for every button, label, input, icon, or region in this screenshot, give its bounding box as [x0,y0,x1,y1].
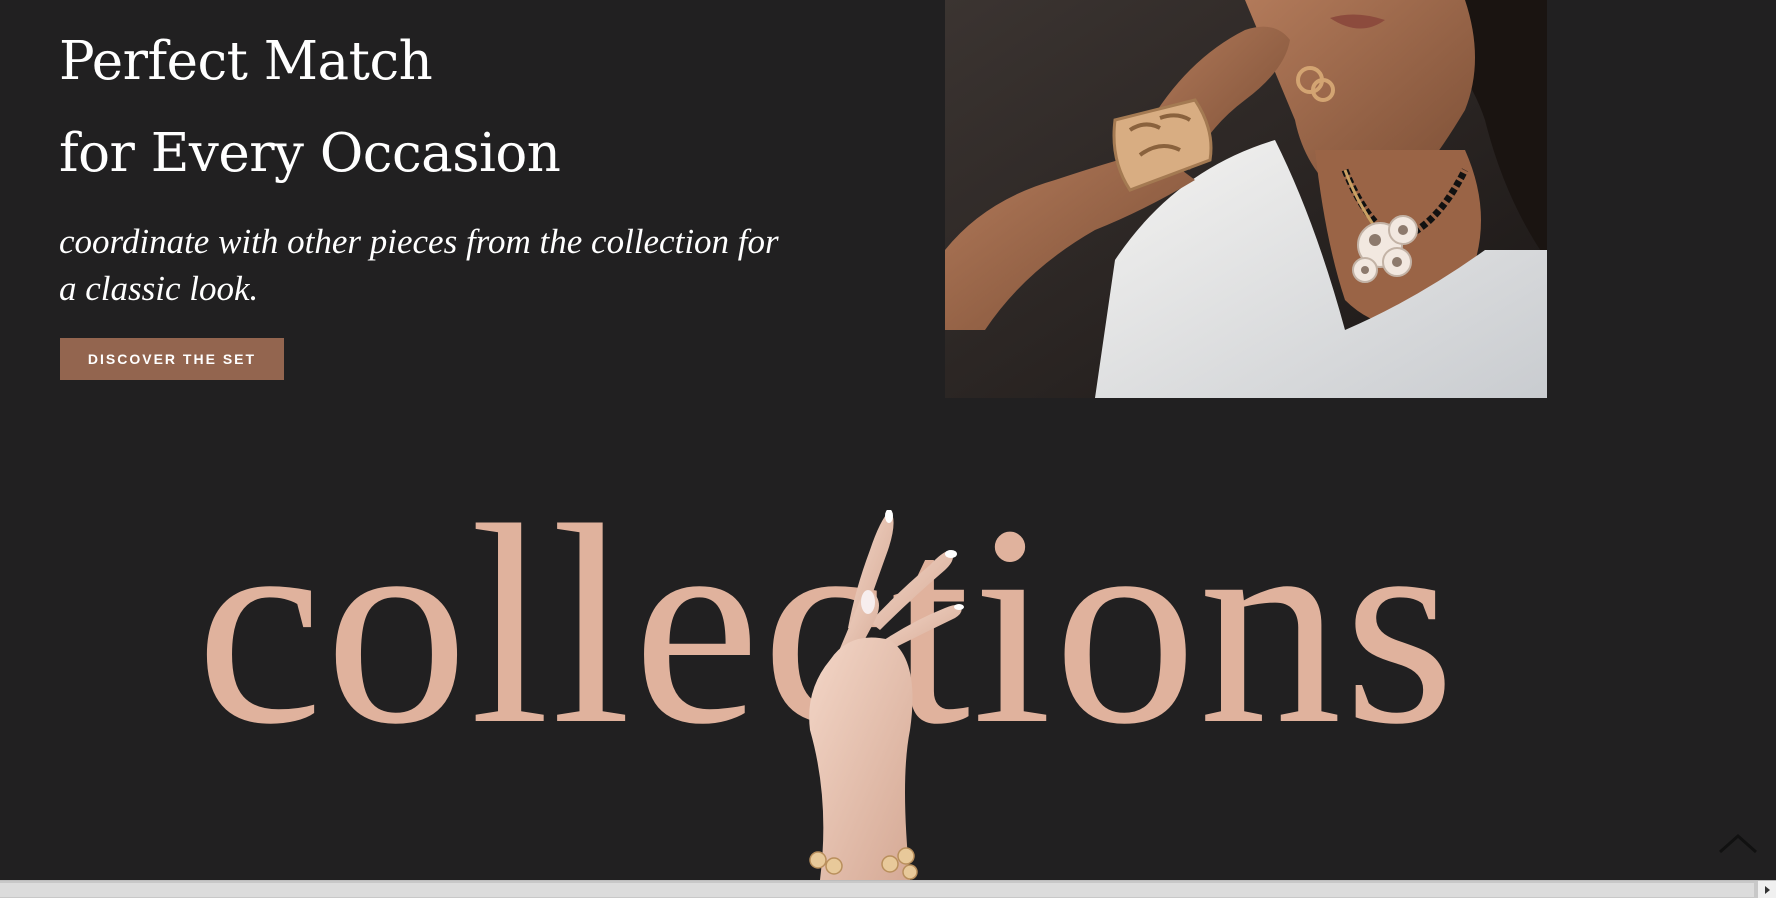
hand-illustration [809,510,964,880]
scrollbar-thumb[interactable] [0,883,1754,897]
page: Perfect Match for Every Occasion coordin… [0,0,1776,880]
hero-title-line-2: for Every Occasion [59,123,561,184]
horizontal-scrollbar[interactable] [0,880,1776,898]
arrow-right-icon [1765,886,1770,894]
discover-the-set-button[interactable]: DISCOVER THE SET [60,338,284,380]
hero-subtitle: coordinate with other pieces from the co… [59,222,779,308]
jewelry-model-image [945,0,1547,398]
scroll-right-button[interactable] [1758,881,1776,898]
chevron-up-icon [1719,833,1757,854]
scroll-to-top-button[interactable] [1716,828,1760,858]
hero-title-line-1: Perfect Match [59,31,433,92]
hero-product-photo [945,0,1547,398]
hero-heading: Perfect Match for Every Occasion [59,16,561,200]
